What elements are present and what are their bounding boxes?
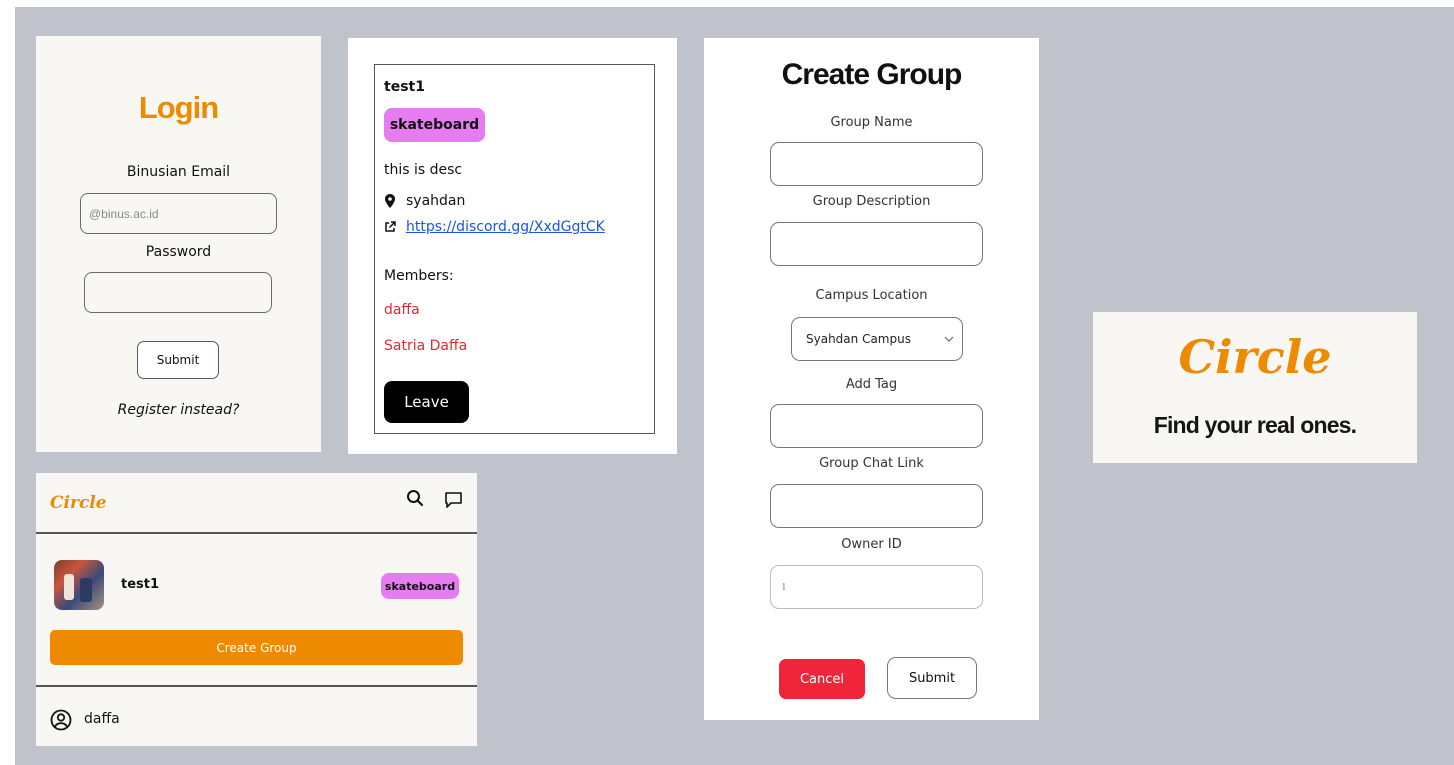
home-logo[interactable]: Circle [50, 493, 107, 513]
group-name-input[interactable] [770, 142, 983, 186]
divider [36, 532, 477, 534]
discord-link[interactable]: https://discord.gg/XxdGgtCK [406, 219, 605, 235]
add-tag-input[interactable] [770, 404, 983, 448]
group-tag-badge: skateboard [381, 573, 459, 599]
logo-banner: Circle Find your real ones. [1093, 312, 1417, 463]
create-group-button[interactable]: Create Group [50, 630, 463, 665]
divider [36, 685, 477, 687]
group-detail-screen: test1 skateboard this is desc syahdan ht… [348, 38, 677, 454]
group-card: test1 skateboard this is desc syahdan ht… [374, 64, 655, 434]
email-label: Binusian Email [126, 164, 231, 180]
submit-button[interactable]: Submit [887, 657, 977, 699]
user-circle-icon [50, 709, 72, 731]
group-thumbnail[interactable] [54, 560, 104, 610]
member-item: daffa [384, 302, 420, 318]
slogan: Find your real ones. [1153, 412, 1357, 438]
search-icon[interactable] [406, 489, 424, 507]
group-tag-badge: skateboard [384, 108, 485, 142]
group-description-label: Group Description [812, 194, 931, 209]
member-item: Satria Daffa [384, 338, 468, 354]
campus-location-select[interactable]: Syahdan Campus [791, 317, 963, 361]
chevron-down-icon [944, 336, 954, 342]
leave-button[interactable]: Leave [384, 381, 469, 423]
owner-id-input[interactable]: 1 [770, 565, 983, 609]
login-screen: Login Binusian Email @binus.ac.id Passwo… [36, 36, 321, 452]
login-title: Login [138, 90, 219, 125]
members-label: Members: [384, 268, 454, 284]
location-text: syahdan [406, 193, 466, 209]
group-name[interactable]: test1 [121, 577, 159, 592]
submit-button[interactable]: Submit [137, 341, 219, 379]
add-tag-label: Add Tag [845, 377, 898, 392]
group-title: test1 [384, 79, 425, 95]
home-screen: Circle test1 skateboard Create Group daf… [36, 473, 477, 746]
campus-location-label: Campus Location [815, 288, 928, 303]
group-chat-link-input[interactable] [770, 484, 983, 528]
link-row: https://discord.gg/XxdGgtCK [384, 219, 605, 235]
create-group-screen: Create Group Group Name Group Descriptio… [704, 38, 1039, 720]
circle-logo: Circle [1178, 330, 1332, 384]
owner-id-label: Owner ID [841, 537, 902, 552]
group-name-label: Group Name [830, 115, 913, 130]
campus-location-value: Syahdan Campus [806, 332, 911, 346]
group-description-input[interactable] [770, 222, 983, 266]
location-pin-icon [385, 194, 395, 208]
email-input[interactable]: @binus.ac.id [80, 193, 277, 234]
group-chat-link-label: Group Chat Link [819, 456, 924, 471]
external-link-icon [385, 221, 396, 232]
group-description: this is desc [384, 162, 463, 178]
username[interactable]: daffa [84, 711, 120, 727]
create-group-title: Create Group [781, 58, 963, 91]
chat-icon[interactable] [444, 491, 463, 509]
location-row: syahdan [384, 193, 465, 209]
register-link[interactable]: Register instead? [36, 402, 321, 418]
cancel-button[interactable]: Cancel [779, 659, 865, 699]
password-input[interactable] [84, 272, 272, 313]
password-label: Password [145, 244, 212, 260]
